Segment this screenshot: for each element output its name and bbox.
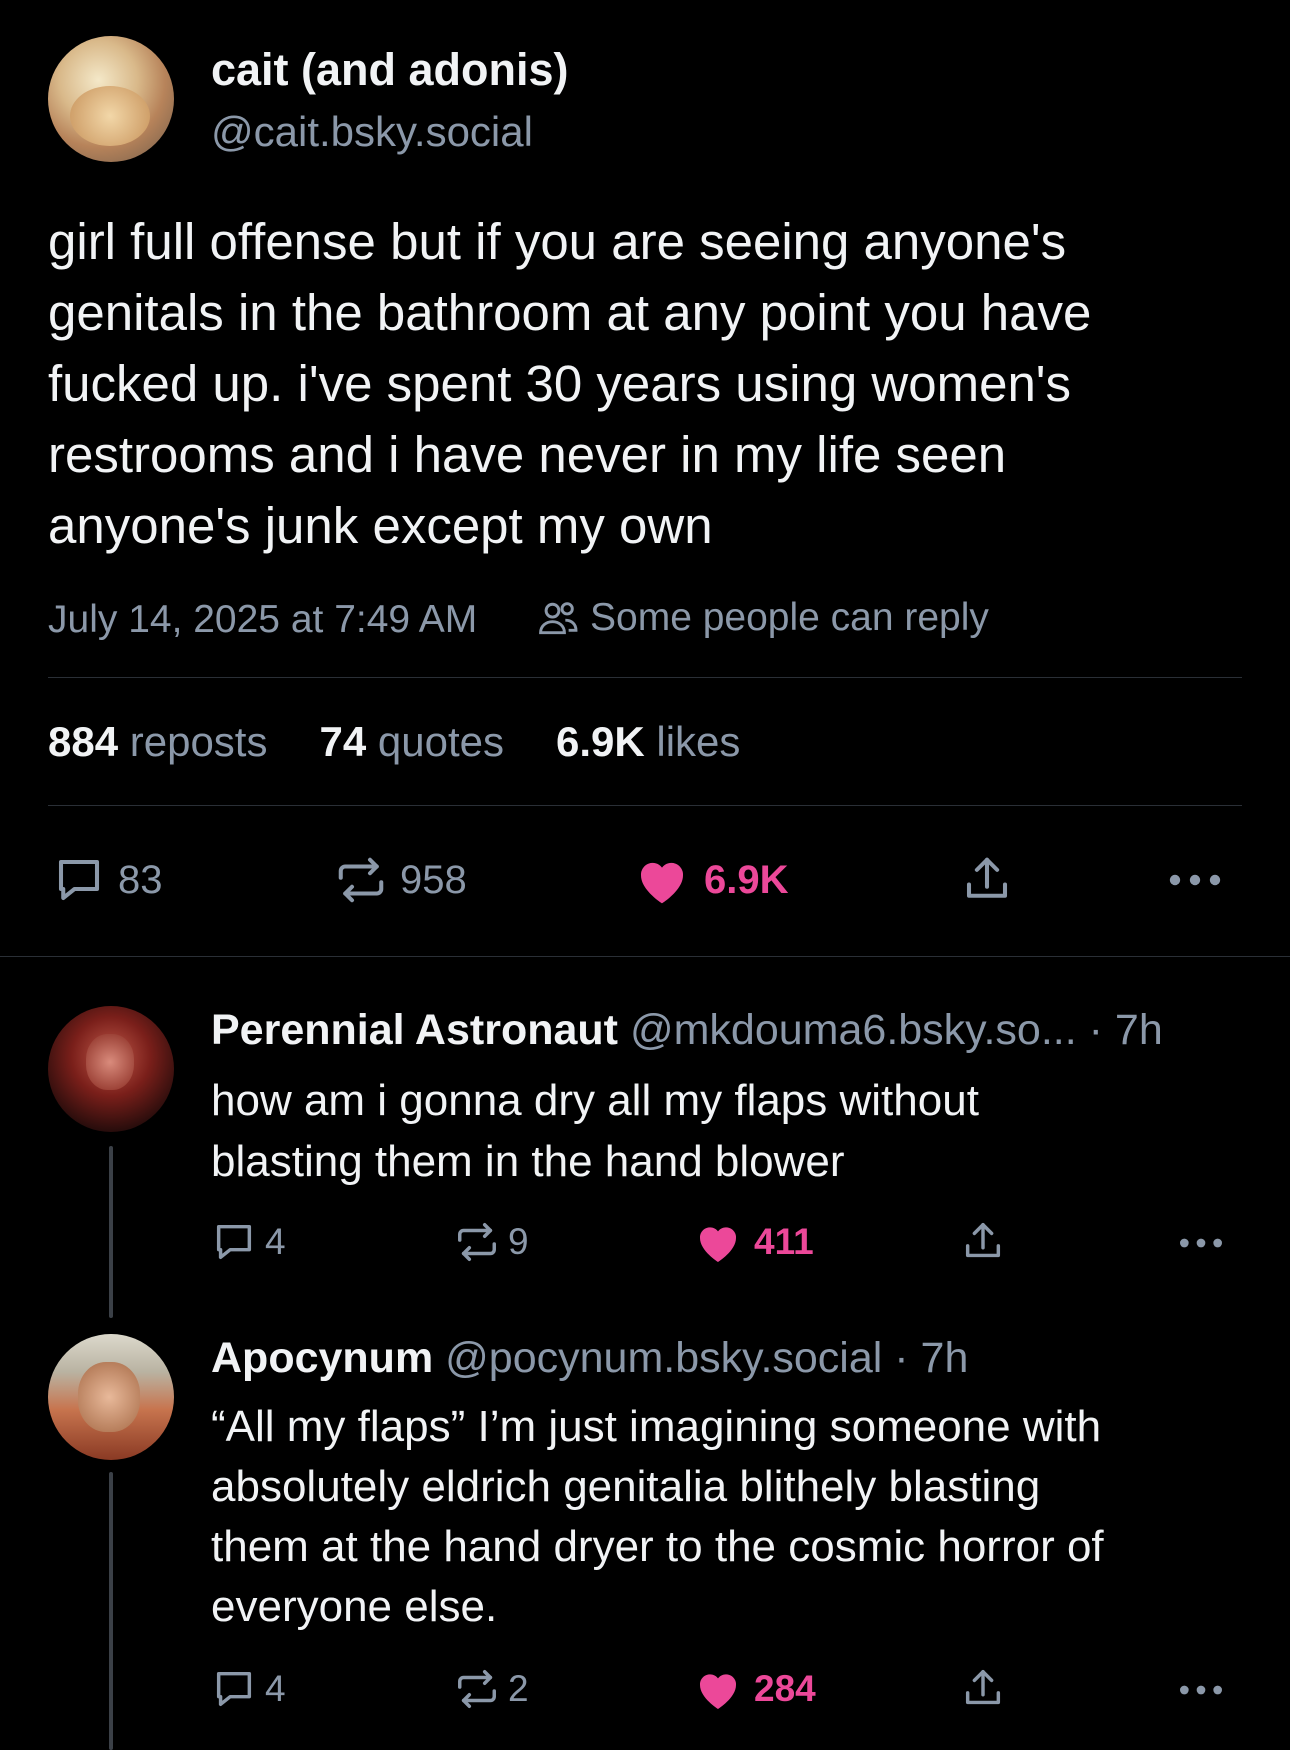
post-text-line: fucked up. i've spent 30 years using wom…: [48, 355, 1072, 412]
reply-author-name[interactable]: Apocynum: [211, 1334, 433, 1382]
share-icon: [960, 1219, 1006, 1265]
reposts-stat[interactable]: 884 reposts: [48, 718, 267, 766]
reply-icon: [211, 1219, 257, 1265]
likes-label: likes: [656, 718, 741, 765]
more-button[interactable]: [1176, 1226, 1226, 1260]
post-text-line: anyone's junk except my own: [48, 497, 713, 554]
like-button[interactable]: 411: [694, 1219, 814, 1265]
people-icon: [536, 596, 580, 640]
more-icon: [1165, 860, 1225, 900]
more-button[interactable]: [1176, 1673, 1226, 1707]
quotes-stat[interactable]: 74 quotes: [319, 718, 504, 766]
repost-count: 958: [400, 857, 467, 902]
reposts-label: reposts: [129, 718, 268, 765]
repost-icon: [454, 1666, 500, 1712]
repost-icon: [454, 1219, 500, 1265]
reply-button[interactable]: 83: [52, 853, 163, 907]
likes-stat[interactable]: 6.9K likes: [556, 718, 740, 766]
post-stats: 884 reposts 74 quotes 6.9K likes: [48, 718, 740, 766]
reply-setting-label: Some people can reply: [590, 596, 989, 639]
heart-icon: [694, 1219, 742, 1265]
thread-line: [109, 1472, 113, 1750]
more-icon: [1176, 1226, 1226, 1260]
reply-text-line: absolutely eldrich genitalia blithely bl…: [211, 1462, 1041, 1511]
like-button[interactable]: 6.9K: [634, 853, 789, 907]
divider: [48, 677, 1242, 678]
share-button[interactable]: [960, 1666, 1006, 1712]
reply-author-handle[interactable]: @pocynum.bsky.social: [445, 1334, 882, 1382]
reply-text-line: everyone else.: [211, 1582, 498, 1631]
post-text: girl full offense but if you are seeing …: [48, 206, 1091, 561]
author-avatar[interactable]: [48, 36, 174, 162]
quotes-count: 74: [319, 718, 367, 765]
like-count: 284: [754, 1668, 816, 1709]
reply-count: 83: [118, 857, 163, 902]
thread-line: [109, 1146, 113, 1318]
reply-button[interactable]: 4: [211, 1666, 286, 1712]
like-count: 411: [754, 1221, 814, 1262]
reply-author-handle[interactable]: @mkdouma6.bsky.so...: [630, 1006, 1077, 1054]
reply-text: how am i gonna dry all my flaps without …: [211, 1070, 979, 1192]
like-button[interactable]: 284: [694, 1666, 816, 1712]
divider: [48, 805, 1242, 806]
like-count: 6.9K: [704, 857, 789, 902]
likes-count: 6.9K: [555, 718, 645, 765]
reposts-count: 884: [48, 718, 119, 765]
post-text-line: restrooms and i have never in my life se…: [48, 426, 1007, 483]
reply-author-name[interactable]: Perennial Astronaut: [211, 1006, 618, 1054]
reply-count: 4: [265, 1668, 286, 1709]
repost-icon: [334, 853, 388, 907]
reply-icon: [211, 1666, 257, 1712]
reply-count: 4: [265, 1221, 286, 1262]
author-handle[interactable]: @cait.bsky.social: [211, 108, 533, 156]
repost-count: 9: [508, 1221, 529, 1262]
reply-button[interactable]: 4: [211, 1219, 286, 1265]
repost-button[interactable]: 9: [454, 1219, 529, 1265]
reply-setting[interactable]: Some people can reply: [536, 596, 989, 640]
repost-button[interactable]: 2: [454, 1666, 529, 1712]
reply-header: Perennial Astronaut @mkdouma6.bsky.so...…: [211, 1006, 1163, 1055]
reply-text-line: “All my flaps” I’m just imagining someon…: [211, 1402, 1102, 1451]
section-divider: [0, 956, 1290, 957]
share-button[interactable]: [960, 853, 1014, 907]
reply-header: Apocynum @pocynum.bsky.social · 7h: [211, 1334, 968, 1383]
heart-icon: [694, 1666, 742, 1712]
reply-time: · 7h: [894, 1334, 969, 1382]
more-icon: [1176, 1673, 1226, 1707]
reply-time: · 7h: [1088, 1006, 1163, 1054]
repost-count: 2: [508, 1668, 529, 1709]
repost-button[interactable]: 958: [334, 853, 467, 907]
reply-text-line: how am i gonna dry all my flaps without: [211, 1076, 979, 1125]
post-text-line: genitals in the bathroom at any point yo…: [48, 284, 1092, 341]
post-text-line: girl full offense but if you are seeing …: [48, 213, 1067, 270]
share-icon: [960, 1666, 1006, 1712]
reply-icon: [52, 853, 106, 907]
reply-text: “All my flaps” I’m just imagining someon…: [211, 1397, 1104, 1637]
share-icon: [960, 853, 1014, 907]
quotes-label: quotes: [377, 718, 504, 765]
reply-text-line: them at the hand dryer to the cosmic hor…: [211, 1522, 1104, 1571]
heart-icon: [634, 853, 690, 907]
reply-avatar[interactable]: [48, 1006, 174, 1132]
post-timestamp[interactable]: July 14, 2025 at 7:49 AM: [48, 598, 477, 642]
reply-avatar[interactable]: [48, 1334, 174, 1460]
share-button[interactable]: [960, 1219, 1006, 1265]
reply-text-line: blasting them in the hand blower: [211, 1137, 845, 1186]
author-name[interactable]: cait (and adonis): [211, 44, 569, 96]
more-button[interactable]: [1165, 860, 1225, 900]
